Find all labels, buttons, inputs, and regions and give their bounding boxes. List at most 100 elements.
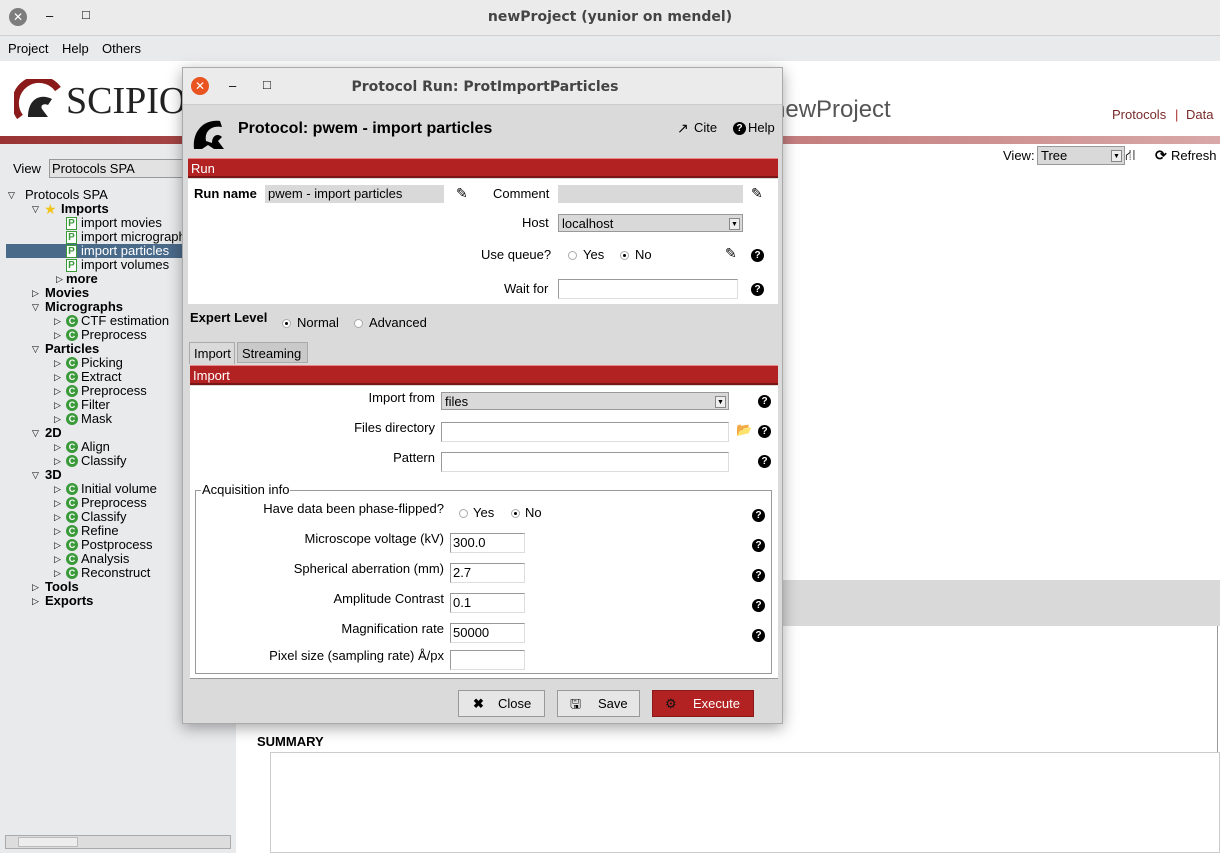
summary-text-area[interactable] bbox=[270, 752, 1220, 853]
expand-triangle-icon[interactable]: ▷ bbox=[54, 566, 61, 580]
queue-no-radio[interactable] bbox=[620, 251, 629, 260]
acquisition-info-group: Acquisition info Have data been phase-fl… bbox=[195, 482, 772, 674]
menu-bar: Project Help Others bbox=[0, 37, 1220, 61]
category-c-icon: C bbox=[66, 553, 78, 565]
expand-triangle-icon[interactable]: ▷ bbox=[54, 552, 61, 566]
collapse-triangle-icon[interactable]: ▽ bbox=[32, 300, 39, 314]
menu-others[interactable]: Others bbox=[102, 41, 141, 56]
expand-triangle-icon[interactable]: ▷ bbox=[54, 538, 61, 552]
nav-protocols-link[interactable]: Protocols bbox=[1112, 107, 1166, 122]
import-from-select[interactable]: files ▼ bbox=[441, 392, 729, 410]
tab-streaming[interactable]: Streaming bbox=[237, 342, 308, 363]
spherical-aberration-help-icon[interactable]: ? bbox=[752, 569, 765, 582]
expand-triangle-icon[interactable]: ▷ bbox=[54, 412, 61, 426]
expand-triangle-icon[interactable]: ▷ bbox=[54, 370, 61, 384]
pattern-input[interactable] bbox=[441, 452, 729, 472]
expand-triangle-icon[interactable]: ▷ bbox=[54, 356, 61, 370]
expand-triangle-icon[interactable]: ▷ bbox=[54, 482, 61, 496]
phase-no-radio[interactable] bbox=[511, 509, 520, 518]
nav-data-link[interactable]: Data bbox=[1186, 107, 1213, 122]
close-button[interactable]: ✖ Close bbox=[458, 690, 545, 717]
run-name-input[interactable]: pwem - import particles bbox=[265, 185, 444, 203]
queue-yes-label: Yes bbox=[583, 247, 605, 262]
queue-help-icon[interactable]: ? bbox=[751, 249, 764, 262]
expand-triangle-icon[interactable]: ▷ bbox=[54, 454, 61, 468]
tree-item-label: import micrographs bbox=[81, 229, 193, 244]
protocol-p-icon: P bbox=[66, 245, 77, 258]
expand-triangle-icon[interactable]: ▷ bbox=[54, 510, 61, 524]
collapse-triangle-icon[interactable]: ▽ bbox=[32, 202, 39, 216]
menu-project[interactable]: Project bbox=[8, 41, 48, 56]
external-link-icon[interactable]: ↗ bbox=[677, 120, 689, 137]
expert-advanced-radio[interactable] bbox=[354, 319, 363, 328]
magnification-help-icon[interactable]: ? bbox=[752, 629, 765, 642]
expert-normal-radio[interactable] bbox=[282, 319, 291, 328]
scipion-helmet-icon bbox=[193, 120, 224, 149]
protocol-view-select[interactable]: Protocols SPA bbox=[49, 159, 189, 178]
expand-triangle-icon[interactable]: ▷ bbox=[54, 524, 61, 538]
spherical-aberration-label: Spherical aberration (mm) bbox=[293, 561, 444, 576]
collapse-triangle-icon[interactable]: ▽ bbox=[32, 426, 39, 440]
edit-comment-pencil-icon[interactable]: ✎ bbox=[751, 185, 763, 202]
chevron-down-icon: ▼ bbox=[715, 396, 726, 408]
tree-item-label: Exports bbox=[45, 593, 94, 608]
comment-input[interactable] bbox=[558, 185, 743, 203]
tab-import[interactable]: Import bbox=[189, 342, 235, 364]
host-select[interactable]: localhost ▼ bbox=[558, 214, 743, 232]
wait-for-input[interactable] bbox=[558, 279, 738, 299]
voltage-input[interactable]: 300.0 bbox=[450, 533, 525, 553]
files-directory-input[interactable] bbox=[441, 422, 729, 442]
refresh-icon[interactable]: ⟳ bbox=[1155, 147, 1167, 164]
queue-yes-radio[interactable] bbox=[568, 251, 577, 260]
execute-button[interactable]: ⚙ Execute bbox=[652, 690, 754, 717]
expand-triangle-icon[interactable]: ▷ bbox=[54, 496, 61, 510]
amplitude-contrast-help-icon[interactable]: ? bbox=[752, 599, 765, 612]
expand-triangle-icon[interactable]: ▷ bbox=[32, 594, 39, 608]
tree-item-label: 3D bbox=[45, 467, 62, 482]
wait-for-help-icon[interactable]: ? bbox=[751, 283, 764, 296]
phase-yes-label: Yes bbox=[473, 505, 495, 520]
save-button[interactable]: 🖫 Save bbox=[557, 690, 640, 717]
amplitude-contrast-label: Amplitude Contrast bbox=[333, 591, 444, 606]
folder-open-icon[interactable]: 📂 bbox=[736, 422, 752, 438]
magnification-label: Magnification rate bbox=[341, 621, 444, 636]
queue-settings-pencil-icon[interactable]: ✎ bbox=[725, 245, 737, 262]
expand-triangle-icon[interactable]: ▷ bbox=[32, 286, 39, 300]
phase-yes-radio[interactable] bbox=[459, 509, 468, 518]
voltage-help-icon[interactable]: ? bbox=[752, 539, 765, 552]
help-button[interactable]: Help bbox=[748, 120, 775, 135]
amplitude-contrast-input[interactable]: 0.1 bbox=[450, 593, 525, 613]
expand-triangle-icon[interactable]: ▷ bbox=[54, 314, 61, 328]
cite-button[interactable]: Cite bbox=[694, 120, 717, 135]
pattern-help-icon[interactable]: ? bbox=[758, 455, 771, 468]
magnification-input[interactable]: 50000 bbox=[450, 623, 525, 643]
files-directory-help-icon[interactable]: ? bbox=[758, 425, 771, 438]
tree-layout-icon[interactable]: ⛙ bbox=[1125, 147, 1136, 166]
expand-triangle-icon[interactable]: ▷ bbox=[32, 580, 39, 594]
run-name-label: Run name bbox=[194, 186, 257, 201]
sidebar-horizontal-scrollbar[interactable] bbox=[5, 835, 231, 849]
collapse-triangle-icon[interactable]: ▽ bbox=[8, 188, 15, 202]
run-section-header: Run bbox=[188, 158, 778, 178]
expand-triangle-icon[interactable]: ▷ bbox=[54, 384, 61, 398]
chevron-down-icon: ▼ bbox=[729, 218, 740, 230]
spherical-aberration-input[interactable]: 2.7 bbox=[450, 563, 525, 583]
queue-no-label: No bbox=[635, 247, 652, 262]
import-from-help-icon[interactable]: ? bbox=[758, 395, 771, 408]
graph-view-value: Tree bbox=[1041, 148, 1068, 163]
expand-triangle-icon[interactable]: ▷ bbox=[54, 328, 61, 342]
pixel-size-input[interactable] bbox=[450, 650, 525, 670]
logo-text: SCIPIO bbox=[66, 80, 187, 122]
collapse-triangle-icon[interactable]: ▽ bbox=[32, 468, 39, 482]
phase-help-icon[interactable]: ? bbox=[752, 509, 765, 522]
help-icon[interactable]: ? bbox=[733, 122, 746, 135]
collapse-triangle-icon[interactable]: ▽ bbox=[32, 342, 39, 356]
edit-run-name-pencil-icon[interactable]: ✎ bbox=[456, 185, 468, 202]
expand-triangle-icon[interactable]: ▷ bbox=[54, 398, 61, 412]
scrollbar-thumb[interactable] bbox=[18, 837, 78, 847]
expand-triangle-icon[interactable]: ▷ bbox=[56, 272, 63, 286]
menu-help[interactable]: Help bbox=[62, 41, 89, 56]
graph-view-select[interactable]: Tree ▼ bbox=[1037, 146, 1125, 165]
expand-triangle-icon[interactable]: ▷ bbox=[54, 440, 61, 454]
refresh-button[interactable]: Refresh bbox=[1171, 148, 1217, 163]
